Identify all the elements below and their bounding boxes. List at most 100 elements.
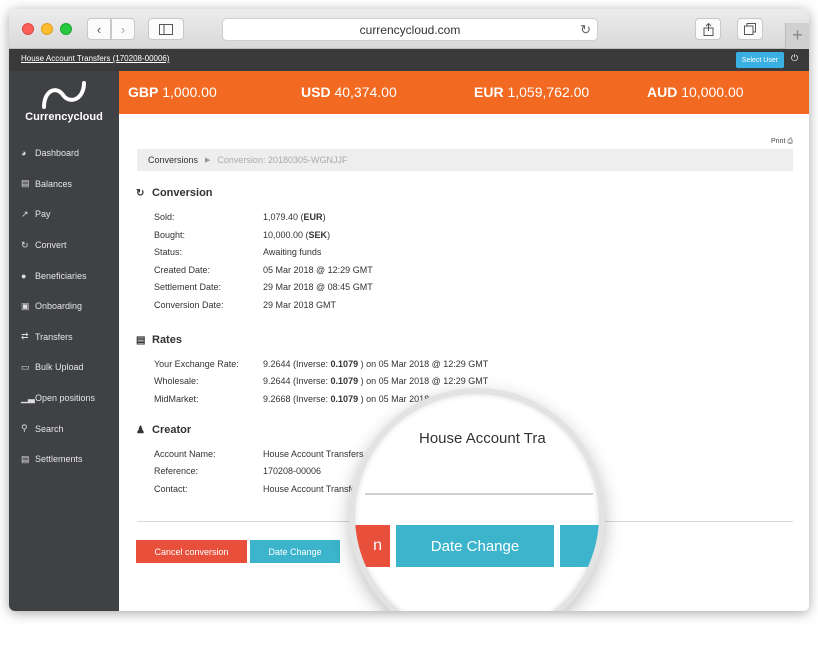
field-label: Created Date: <box>154 265 211 275</box>
chevron-right-icon: › <box>120 21 126 37</box>
field-value: House Account Transfers <box>263 449 364 459</box>
sidebar-item-label: Search <box>35 423 64 434</box>
open-positions-icon: ▁▃ <box>21 392 35 403</box>
section-title-text: Conversion <box>152 187 213 199</box>
sidebar-icon <box>159 23 173 35</box>
cancel-conversion-button[interactable]: Cancel conversion <box>136 540 247 563</box>
sidebar-item-search[interactable]: ⚲ Search <box>9 413 119 444</box>
sidebar-item-label: Settlements <box>35 454 83 465</box>
field-value: Awaiting funds <box>263 247 322 257</box>
field-label: Conversion Date: <box>154 300 224 310</box>
dashboard-icon: ◕ <box>21 148 27 159</box>
magnified-divider <box>365 493 593 495</box>
section-title-text: Rates <box>152 334 182 346</box>
convert-icon: ↻ <box>21 239 29 250</box>
search-icon: ⚲ <box>21 423 28 434</box>
magnified-date-change-button[interactable]: Date Change <box>396 525 554 567</box>
balance-amount: 1,000.00 <box>162 84 217 100</box>
field-value: 9.2644 (Inverse: 0.1079 ) on 05 Mar 2018… <box>263 376 489 386</box>
balance-amount: 40,374.00 <box>334 84 397 100</box>
sidebar-item-label: Open positions <box>35 393 96 404</box>
sidebar-item-label: Bulk Upload <box>35 362 84 373</box>
sidebar-item-bulk-upload[interactable]: ▭ Bulk Upload <box>9 352 119 383</box>
field-label: Settlement Date: <box>154 282 222 292</box>
address-bar[interactable]: currencycloud.com ↻ <box>222 18 598 41</box>
magnified-account-name: House Account Tra <box>419 430 546 447</box>
tabs-overview-button[interactable] <box>737 18 763 40</box>
print-label: Print <box>771 138 786 145</box>
balance-usd: USD 40,374.00 <box>301 84 397 100</box>
transfers-icon: ⇄ <box>21 331 29 342</box>
field-label: Your Exchange Rate: <box>154 359 239 369</box>
close-window-button[interactable] <box>22 23 34 35</box>
field-value: 9.2644 (Inverse: 0.1079 ) on 05 Mar 2018… <box>263 359 489 369</box>
forward-button[interactable]: › <box>111 18 135 40</box>
balance-aud: AUD 10,000.00 <box>647 84 744 100</box>
field-label: Reference: <box>154 466 199 476</box>
user-icon: ♟ <box>136 424 145 436</box>
field-value: 1,079.40 (EUR) <box>263 212 326 222</box>
refresh-icon: ↻ <box>136 187 145 199</box>
field-value: 10,000.00 (SEK) <box>263 230 331 240</box>
sidebar-item-label: Transfers <box>35 331 73 342</box>
share-button[interactable] <box>695 18 721 40</box>
field-value: 05 Mar 2018 @ 12:29 GMT <box>263 265 373 275</box>
address-text: currencycloud.com <box>359 22 461 37</box>
field-label: Wholesale: <box>154 376 199 386</box>
settlements-icon: ▤ <box>21 453 30 464</box>
field-value: 29 Mar 2018 GMT <box>263 300 337 310</box>
balance-amount: 1,059,762.00 <box>507 84 590 100</box>
printer-icon: ⎙ <box>787 138 793 145</box>
breadcrumb: Conversions ▶ Conversion: 20180305-WGNJJ… <box>137 149 793 171</box>
sidebar-item-open-positions[interactable]: ▁▃ Open positions <box>9 383 119 414</box>
field-label: Account Name: <box>154 449 216 459</box>
date-change-button[interactable]: Date Change <box>250 540 340 563</box>
minimize-window-button[interactable] <box>41 23 53 35</box>
sidebar-item-convert[interactable]: ↻ Convert <box>9 230 119 261</box>
conversion-section-title: ↻ Conversion <box>136 187 213 199</box>
balance-amount: 10,000.00 <box>681 84 744 100</box>
magnified-cancel-button[interactable]: n <box>355 525 390 567</box>
field-value: 29 Mar 2018 @ 08:45 GMT <box>263 282 373 292</box>
sidebar-item-beneficiaries[interactable]: ● Beneficiaries <box>9 260 119 291</box>
image-icon: ▤ <box>136 334 146 346</box>
balances-icon: ▤ <box>21 178 30 189</box>
sidebar-item-label: Dashboard <box>35 148 80 159</box>
account-link[interactable]: House Account Transfers (170208-00006) <box>21 54 170 63</box>
magnified-next-button[interactable] <box>560 525 599 567</box>
print-link[interactable]: Print ⎙ <box>771 138 793 146</box>
sidebar-toggle-button[interactable] <box>148 18 184 40</box>
sidebar-item-label: Onboarding <box>35 301 83 312</box>
reload-icon[interactable]: ↻ <box>580 22 591 38</box>
sidebar-item-transfers[interactable]: ⇄ Transfers <box>9 322 119 353</box>
sidebar-nav: ◕ Dashboard ▤ Balances ↗ Pay ↻ Convert ● Bene… <box>9 138 119 475</box>
sidebar-item-settlements[interactable]: ▤ Settlements <box>9 444 119 475</box>
share-icon <box>703 22 713 36</box>
chevron-left-icon: ‹ <box>96 21 102 37</box>
app-topbar: House Account Transfers (170208-00006) S… <box>9 49 809 71</box>
breadcrumb-separator-icon: ▶ <box>205 157 211 164</box>
section-title-text: Creator <box>152 424 192 436</box>
sidebar-item-dashboard[interactable]: ◕ Dashboard <box>9 138 119 169</box>
logo-text: Currencycloud <box>25 111 103 123</box>
creator-section-title: ♟ Creator <box>136 424 191 436</box>
currency-code: AUD <box>647 84 678 100</box>
sidebar-item-label: Pay <box>35 209 51 220</box>
back-button[interactable]: ‹ <box>87 18 111 40</box>
bulk-upload-icon: ▭ <box>21 361 30 372</box>
balance-eur: EUR 1,059,762.00 <box>474 84 589 100</box>
breadcrumb-current: Conversion: 20180305-WGNJJF <box>217 155 348 165</box>
plus-icon: + <box>792 25 803 45</box>
sidebar-item-pay[interactable]: ↗ Pay <box>9 199 119 230</box>
currencycloud-logo-icon <box>42 81 86 109</box>
field-value: 170208-00006 <box>263 466 322 476</box>
sidebar-item-balances[interactable]: ▤ Balances <box>9 169 119 200</box>
zoom-window-button[interactable] <box>60 23 72 35</box>
select-user-button[interactable]: Select User <box>736 52 784 68</box>
power-icon[interactable]: ⏻ <box>791 53 798 64</box>
balances-bar: GBP 1,000.00 USD 40,374.00 EUR 1,059,762… <box>119 71 809 114</box>
onboarding-icon: ▣ <box>21 300 30 311</box>
breadcrumb-conversions[interactable]: Conversions <box>148 155 198 165</box>
new-tab-button[interactable]: + <box>785 23 809 49</box>
sidebar-item-onboarding[interactable]: ▣ Onboarding <box>9 291 119 322</box>
